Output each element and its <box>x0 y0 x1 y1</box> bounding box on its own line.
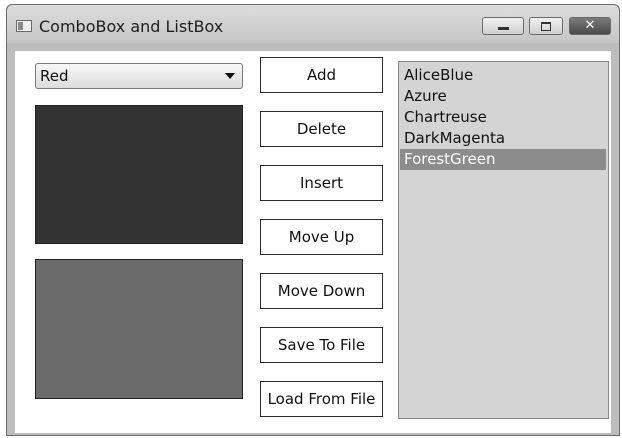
list-item[interactable]: Chartreuse <box>400 107 606 128</box>
title-bar[interactable]: ComboBox and ListBox ✕ <box>7 5 619 43</box>
close-button[interactable]: ✕ <box>569 17 611 35</box>
color-preview-top <box>35 105 243 244</box>
maximize-icon <box>541 22 551 31</box>
minimize-button[interactable] <box>482 17 524 35</box>
list-item[interactable]: Azure <box>400 86 606 107</box>
move-up-button[interactable]: Move Up <box>260 219 383 255</box>
combobox-selected-value: Red <box>40 67 69 85</box>
color-combobox[interactable]: Red <box>35 63 243 89</box>
add-button[interactable]: Add <box>260 57 383 93</box>
maximize-button[interactable] <box>529 17 563 35</box>
window-client-area: Red Add Delete Insert Move Up Move Down Save … <box>15 51 611 433</box>
close-icon: ✕ <box>584 18 596 33</box>
list-item[interactable]: DarkMagenta <box>400 128 606 149</box>
minimize-icon <box>497 27 509 30</box>
save-to-file-button[interactable]: Save To File <box>260 327 383 363</box>
delete-button[interactable]: Delete <box>260 111 383 147</box>
load-from-file-button[interactable]: Load From File <box>260 381 383 417</box>
window-title: ComboBox and ListBox <box>39 17 224 36</box>
list-item[interactable]: AliceBlue <box>400 65 606 86</box>
insert-button[interactable]: Insert <box>260 165 383 201</box>
chevron-down-icon[interactable] <box>225 73 235 79</box>
list-item[interactable]: ForestGreen <box>400 149 606 170</box>
app-window: ComboBox and ListBox ✕ Red Add Delete Inse… <box>6 4 620 436</box>
move-down-button[interactable]: Move Down <box>260 273 383 309</box>
color-preview-bottom <box>35 259 243 399</box>
color-listbox[interactable]: AliceBlue Azure Chartreuse DarkMagenta Fores… <box>398 61 609 419</box>
app-window-icon[interactable] <box>16 20 32 32</box>
